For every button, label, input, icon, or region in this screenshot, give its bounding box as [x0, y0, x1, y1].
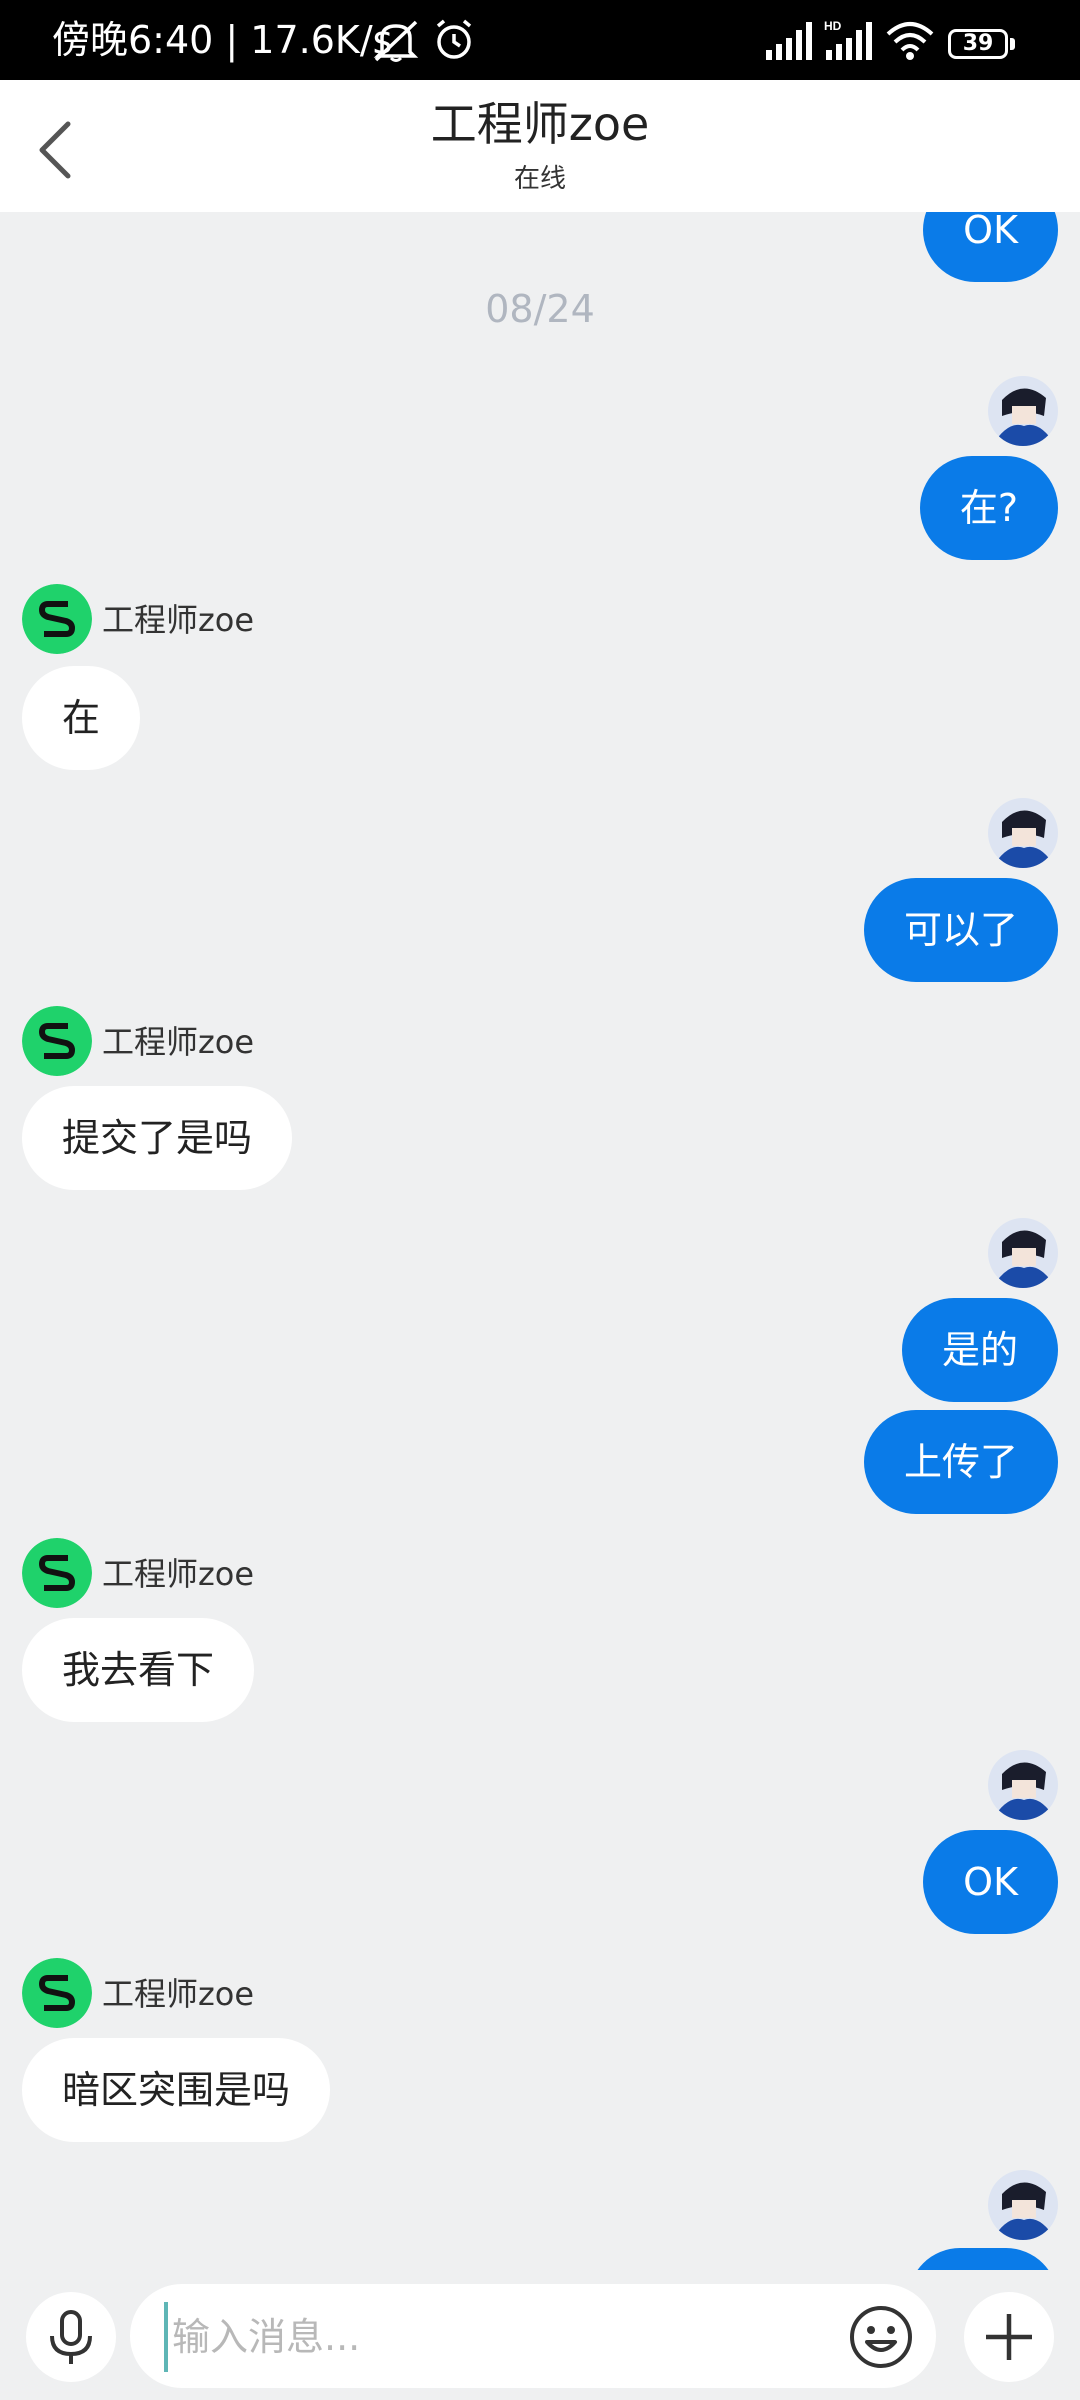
- contact-logo-icon: [22, 1006, 92, 1076]
- message-bubble-received[interactable]: 在: [22, 666, 141, 770]
- my-avatar[interactable]: [988, 376, 1058, 446]
- chat-header: 工程师zoe 在线: [0, 80, 1080, 212]
- contact-name: 工程师zoe: [102, 1975, 255, 2013]
- online-status: 在线: [513, 164, 566, 194]
- status-time: 傍晚6:40 | 17.6K/s: [52, 18, 393, 62]
- microphone-icon: [50, 2310, 92, 2364]
- contact-avatar[interactable]: [22, 1958, 92, 2028]
- contact-name: 工程师zoe: [102, 1555, 255, 1593]
- svg-text:HD: HD: [824, 19, 842, 33]
- emoji-icon[interactable]: [848, 2304, 914, 2370]
- date-separator: 08/24: [485, 287, 595, 331]
- contact-avatar[interactable]: [22, 1006, 92, 1076]
- contact-avatar[interactable]: [22, 584, 92, 654]
- message-bubble-sent[interactable]: 在?: [919, 456, 1058, 560]
- avatar-image-icon: [988, 2170, 1058, 2240]
- message-bubble-partial[interactable]: OK: [923, 212, 1058, 282]
- plus-icon: [986, 2314, 1032, 2360]
- bell-off-icon: [373, 20, 419, 62]
- signal-hd-icon: HD: [824, 19, 872, 60]
- avatar-image-icon: [988, 1218, 1058, 1288]
- voice-button[interactable]: [26, 2292, 116, 2382]
- avatar-image-icon: [988, 798, 1058, 868]
- contact-name: 工程师zoe: [102, 1023, 255, 1061]
- message-bubble-received[interactable]: 我去看下: [22, 1618, 255, 1722]
- status-bar: 傍晚6:40 | 17.6K/s HD 39: [0, 0, 1080, 80]
- message-bubble-partial-bottom[interactable]: [908, 2248, 1058, 2270]
- contact-avatar[interactable]: [22, 1538, 92, 1608]
- contact-logo-icon: [22, 584, 92, 654]
- my-avatar[interactable]: [988, 1750, 1058, 1820]
- message-bubble-received[interactable]: 暗区突围是吗: [22, 2038, 331, 2142]
- message-input-container[interactable]: [130, 2284, 936, 2388]
- my-avatar[interactable]: [988, 798, 1058, 868]
- contact-name: 工程师zoe: [102, 601, 255, 639]
- page-title: 工程师zoe: [430, 97, 650, 151]
- wifi-icon: [886, 22, 934, 60]
- message-list[interactable]: OK 08/24 在? 工程师zoe 在 可以了 工程师zoe 提交了是吗 是的…: [0, 212, 1080, 2270]
- contact-logo-icon: [22, 1538, 92, 1608]
- avatar-image-icon: [988, 1750, 1058, 1820]
- avatar-image-icon: [988, 376, 1058, 446]
- my-avatar[interactable]: [988, 2170, 1058, 2240]
- message-bubble-sent[interactable]: 可以了: [863, 878, 1058, 982]
- message-bubble-sent[interactable]: 是的: [901, 1298, 1058, 1402]
- message-input[interactable]: [164, 2302, 814, 2372]
- message-bubble-sent[interactable]: OK: [923, 1830, 1058, 1934]
- message-bubble-received[interactable]: 提交了是吗: [22, 1086, 293, 1190]
- battery-level: 39: [962, 31, 994, 56]
- battery-icon: 39: [948, 29, 1008, 59]
- input-bar: [0, 2270, 1080, 2400]
- add-attachment-button[interactable]: [964, 2292, 1054, 2382]
- my-avatar[interactable]: [988, 1218, 1058, 1288]
- signal-icon: [766, 22, 812, 60]
- battery-tip: [1010, 38, 1015, 50]
- message-bubble-sent[interactable]: 上传了: [863, 1410, 1058, 1514]
- alarm-icon: [436, 19, 472, 59]
- contact-logo-icon: [22, 1958, 92, 2028]
